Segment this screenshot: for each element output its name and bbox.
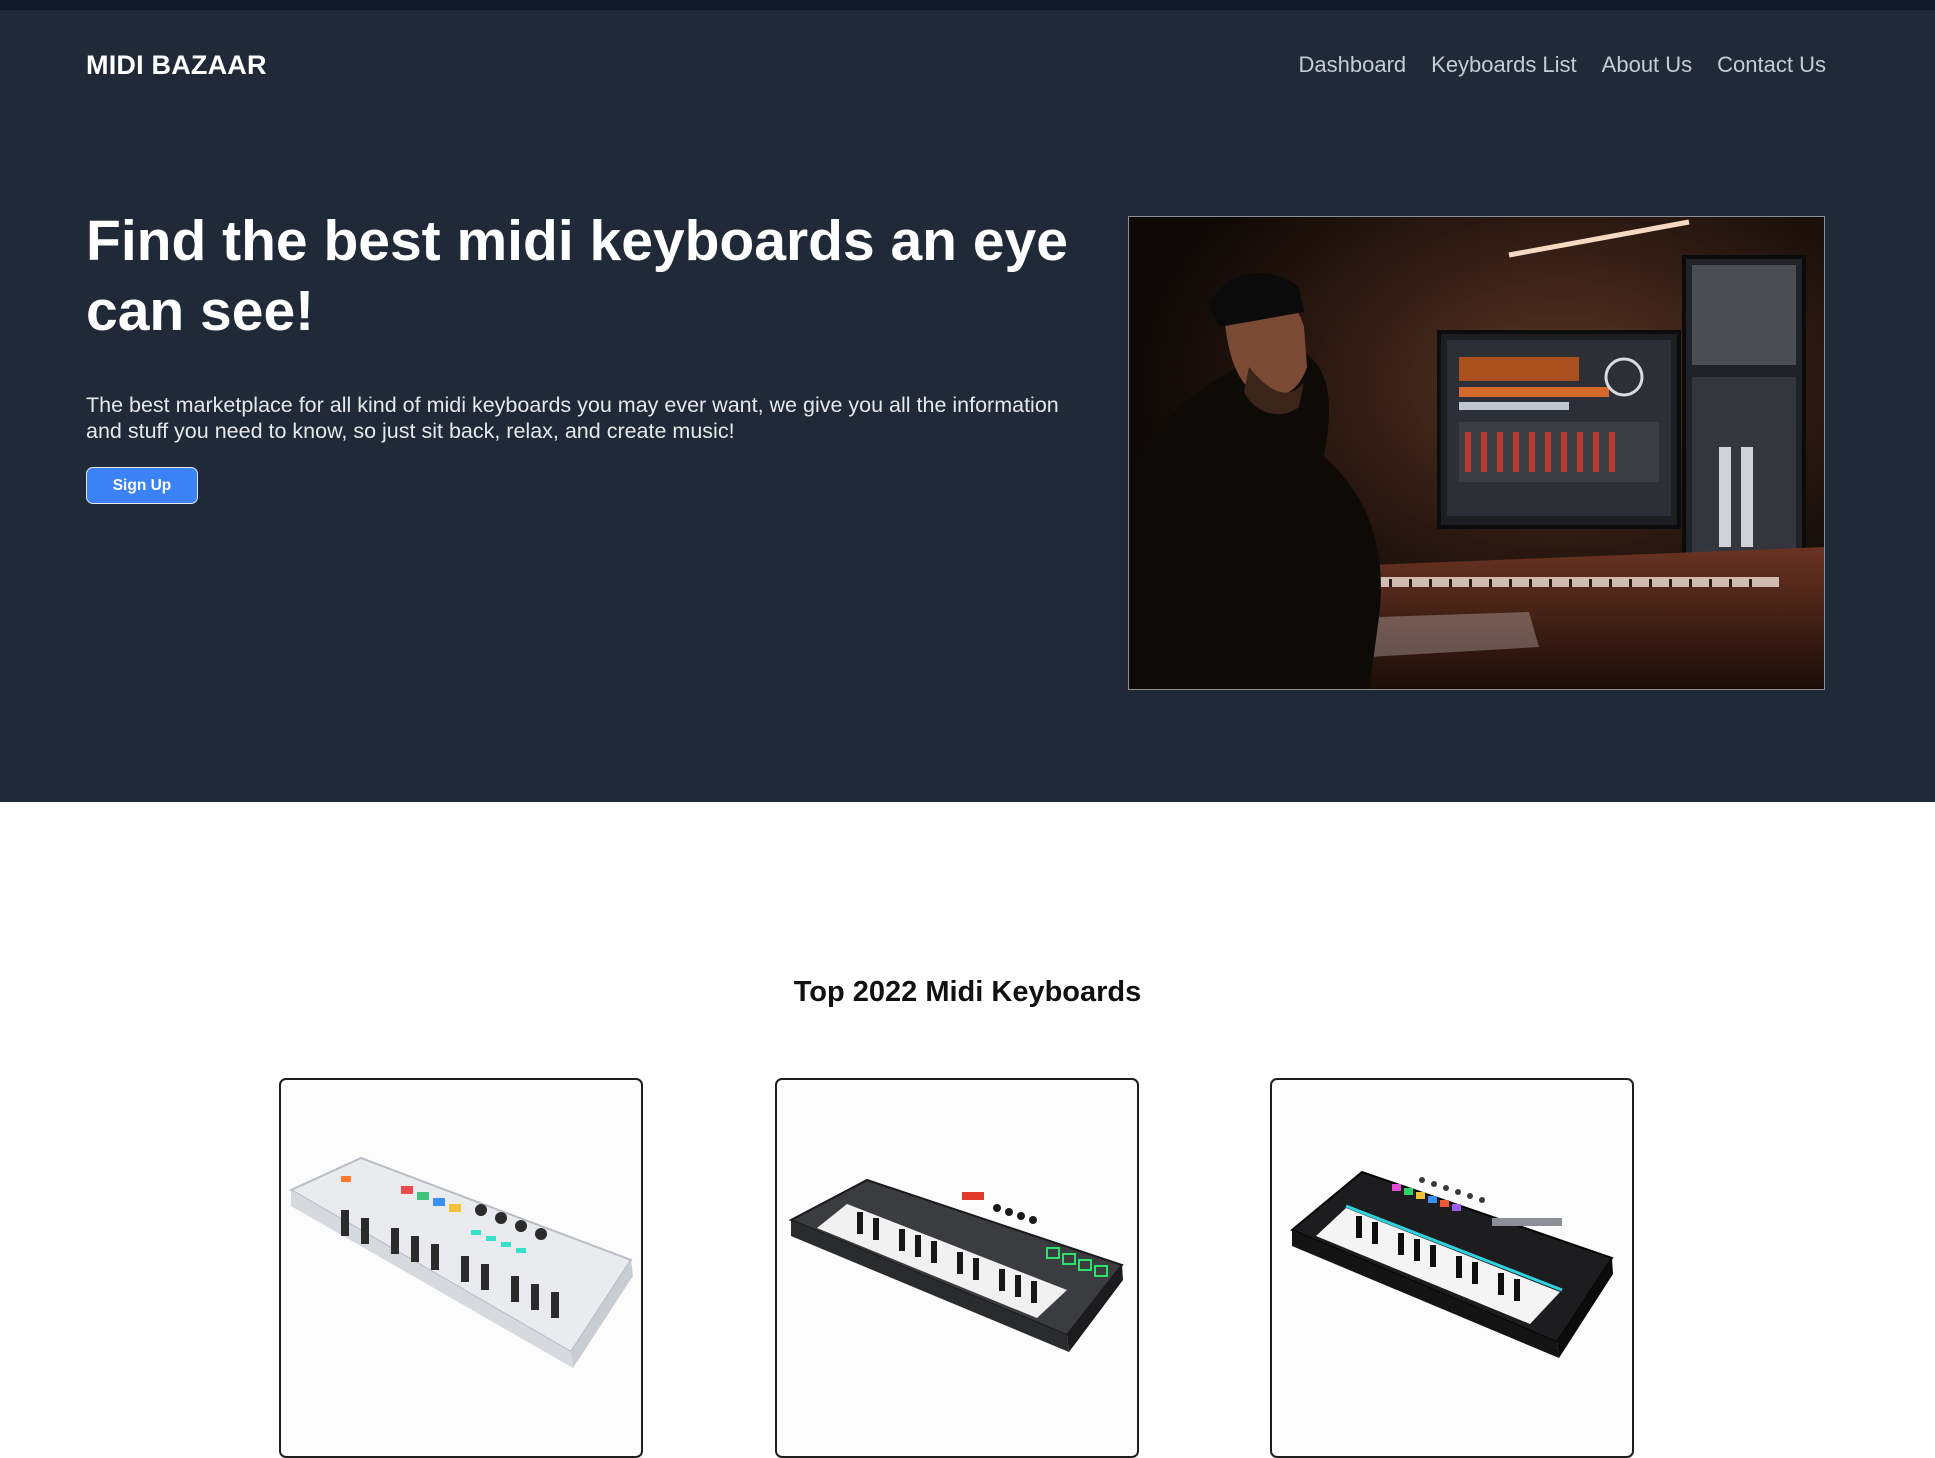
hero-studio-image	[1128, 216, 1825, 690]
keyboard-image	[288, 1156, 633, 1368]
hero-title: Find the best midi keyboards an eye can …	[86, 209, 1068, 343]
keyboard-image	[1290, 1170, 1614, 1358]
top-strip	[0, 0, 1935, 10]
nav-about-us[interactable]: About Us	[1602, 52, 1693, 78]
nav-contact-us[interactable]: Contact Us	[1717, 52, 1826, 78]
brand-logo[interactable]: MIDI BAZAAR	[86, 50, 267, 81]
hero-description: The best marketplace for all kind of mid…	[86, 393, 1059, 443]
keyboard-card[interactable]	[279, 1078, 643, 1458]
main-nav: Dashboard Keyboards List About Us Contac…	[1299, 52, 1827, 78]
signup-button[interactable]: Sign Up	[86, 467, 198, 504]
keyboard-card[interactable]	[1270, 1078, 1634, 1458]
keyboard-image	[788, 1178, 1124, 1352]
nav-dashboard[interactable]: Dashboard	[1299, 52, 1407, 78]
section-title: Top 2022 Midi Keyboards	[793, 976, 1142, 1008]
keyboard-card[interactable]	[775, 1078, 1139, 1458]
hero-section: MIDI BAZAAR Dashboard Keyboards List Abo…	[0, 10, 1935, 802]
nav-keyboards-list[interactable]: Keyboards List	[1431, 52, 1577, 78]
